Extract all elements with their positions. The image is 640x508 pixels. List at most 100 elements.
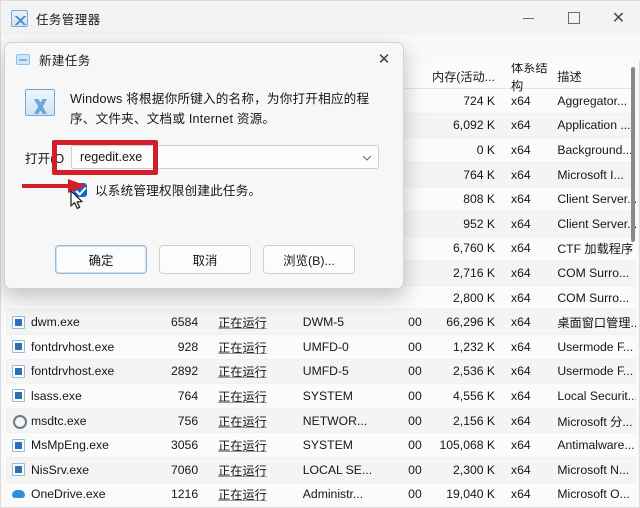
process-name-label: fontdrvhost.exe bbox=[31, 339, 115, 354]
minimize-button[interactable] bbox=[506, 1, 551, 35]
task-manager-chart-icon bbox=[25, 89, 55, 116]
column-header-arch[interactable]: 体系结构 bbox=[503, 63, 551, 94]
chevron-down-icon[interactable] bbox=[362, 152, 372, 161]
scrollbar-thumb[interactable] bbox=[631, 67, 635, 242]
process-icon bbox=[12, 389, 25, 403]
gear-icon bbox=[12, 414, 27, 430]
vertical-scrollbar[interactable] bbox=[631, 67, 635, 497]
dialog-title: 新建任务 bbox=[39, 53, 91, 68]
cell-memory: 2,800 K bbox=[453, 290, 496, 305]
cell-cpu: 00 bbox=[408, 315, 422, 330]
maximize-button[interactable] bbox=[551, 1, 596, 35]
table-row[interactable]: 2,800 K x64 COM Surro... bbox=[6, 286, 636, 311]
cell-description: COM Surro... bbox=[557, 265, 630, 280]
dialog-close-button[interactable]: ✕ bbox=[363, 43, 403, 75]
cell-description: Client Server... bbox=[557, 216, 636, 231]
window-controls: ✕ bbox=[506, 1, 640, 35]
column-header-memory[interactable]: 内存(活动... bbox=[432, 67, 503, 85]
cell-arch: x64 bbox=[511, 192, 531, 207]
cell-memory: 105,068 K bbox=[439, 438, 496, 453]
cell-status: 正在运行 bbox=[218, 414, 267, 429]
cell-arch: x64 bbox=[511, 364, 531, 379]
table-row[interactable]: msdtc.exe 756 正在运行 NETWOR... 00 2,156 K x64 Mic… bbox=[6, 408, 636, 434]
process-icon bbox=[12, 438, 25, 452]
dialog-titlebar: 新建任务 ✕ bbox=[5, 43, 403, 75]
open-row: 打开(O regedit.exe bbox=[25, 145, 403, 169]
cell-process-name: MsMpEng.exe bbox=[6, 438, 152, 452]
column-header-description[interactable]: 描述 bbox=[551, 67, 636, 85]
table-row[interactable]: MsMpEng.exe 3056 正在运行 SYSTEM 00 105,068 K x64 A… bbox=[6, 433, 636, 458]
new-task-icon bbox=[16, 53, 30, 65]
cell-status: 正在运行 bbox=[218, 340, 267, 355]
cell-arch: x64 bbox=[511, 216, 531, 231]
cell-description: Microsoft O... bbox=[557, 487, 630, 502]
cell-memory: 19,040 K bbox=[446, 487, 496, 502]
admin-check-row[interactable]: 以系统管理权限创建此任务。 bbox=[73, 180, 403, 199]
cell-memory: 0 K bbox=[476, 142, 496, 157]
table-row[interactable]: lsass.exe 764 正在运行 SYSTEM 00 4,556 K x64 Local … bbox=[6, 384, 636, 409]
process-name-label: OneDrive.exe bbox=[31, 487, 106, 502]
cell-description: Aggregator... bbox=[557, 93, 628, 108]
cell-pid: 3056 bbox=[170, 438, 199, 453]
cell-user: SYSTEM bbox=[302, 388, 353, 403]
cell-memory: 2,156 K bbox=[453, 413, 496, 428]
table-row[interactable]: NisSrv.exe 7060 正在运行 LOCAL SE... 00 2,300 K x6… bbox=[6, 457, 636, 483]
cell-pid: 1216 bbox=[170, 487, 199, 502]
cell-memory: 808 K bbox=[463, 192, 496, 207]
cell-arch: x64 bbox=[511, 167, 531, 182]
cell-status: 正在运行 bbox=[218, 365, 267, 380]
process-name-label: MsMpEng.exe bbox=[31, 438, 109, 453]
admin-privileges-label: 以系统管理权限创建此任务。 bbox=[95, 184, 262, 198]
cell-status: 正在运行 bbox=[218, 463, 267, 478]
table-row[interactable]: fontdrvhost.exe 928 正在运行 UMFD-0 00 1,232 K x64… bbox=[6, 335, 636, 360]
cell-description: Application ... bbox=[557, 118, 631, 133]
cell-description: Microsoft I... bbox=[557, 167, 624, 182]
cell-description: Microsoft N... bbox=[557, 462, 630, 477]
ok-button[interactable]: 确定 bbox=[55, 245, 147, 274]
cell-memory: 66,296 K bbox=[446, 315, 496, 330]
cell-arch: x64 bbox=[511, 93, 531, 108]
cell-status: 正在运行 bbox=[218, 439, 267, 454]
cell-description: Usermode F... bbox=[557, 339, 634, 354]
close-button[interactable]: ✕ bbox=[596, 1, 640, 35]
cell-process-name: OneDrive.exe bbox=[6, 487, 152, 501]
table-row[interactable]: OneDrive.exe 1216 正在运行 Administr... 00 19,040… bbox=[6, 483, 636, 506]
cell-arch: x64 bbox=[511, 339, 531, 354]
command-combobox[interactable]: regedit.exe bbox=[71, 145, 379, 169]
cancel-button[interactable]: 取消 bbox=[159, 245, 251, 274]
cell-description: Local Securit... bbox=[557, 388, 636, 403]
cell-description: Client Server... bbox=[557, 192, 636, 207]
cell-memory: 4,556 K bbox=[453, 388, 496, 403]
cell-pid: 764 bbox=[177, 388, 199, 403]
window-title: 任务管理器 bbox=[36, 12, 101, 27]
process-name-label: msdtc.exe bbox=[31, 413, 87, 428]
task-manager-icon bbox=[11, 9, 28, 27]
cell-description: Background... bbox=[557, 142, 633, 157]
cell-description: CTF 加载程序 bbox=[557, 242, 634, 257]
cell-process-name: lsass.exe bbox=[6, 389, 152, 403]
cell-memory: 724 K bbox=[463, 93, 496, 108]
command-input[interactable]: regedit.exe bbox=[72, 150, 142, 164]
cloud-icon bbox=[12, 488, 25, 501]
process-name-label: lsass.exe bbox=[31, 388, 82, 403]
table-row[interactable]: fontdrvhost.exe 2892 正在运行 UMFD-5 00 2,536 K x6… bbox=[6, 359, 636, 385]
task-manager-screen: 任务管理器 ✕ 文件(F) 选项(O) 查看(V) 内存(活动... 体系结构 … bbox=[0, 0, 640, 508]
cell-arch: x64 bbox=[511, 241, 531, 256]
cell-arch: x64 bbox=[511, 290, 531, 305]
browse-button[interactable]: 浏览(B)... bbox=[263, 245, 355, 274]
cell-status: 正在运行 bbox=[218, 316, 267, 331]
cell-cpu: 00 bbox=[408, 462, 422, 477]
dialog-body: Windows 将根据你所键入的名称，为你打开相应的程序、文件夹、文档或 Int… bbox=[5, 75, 403, 288]
cell-arch: x64 bbox=[511, 438, 531, 453]
cell-status: 正在运行 bbox=[218, 488, 267, 503]
table-row[interactable]: dwm.exe 6584 正在运行 DWM-5 00 66,296 K x64 桌面窗口管理.… bbox=[6, 310, 636, 335]
cell-memory: 6,760 K bbox=[453, 241, 496, 256]
cell-pid: 7060 bbox=[170, 462, 199, 477]
open-label: 打开(O bbox=[25, 151, 65, 166]
admin-privileges-checkbox[interactable] bbox=[73, 182, 87, 197]
process-icon bbox=[12, 340, 25, 354]
cell-pid: 928 bbox=[177, 339, 199, 354]
cell-description: Antimalware... bbox=[557, 438, 635, 453]
cell-memory: 952 K bbox=[463, 216, 496, 231]
cell-arch: x64 bbox=[511, 315, 531, 330]
